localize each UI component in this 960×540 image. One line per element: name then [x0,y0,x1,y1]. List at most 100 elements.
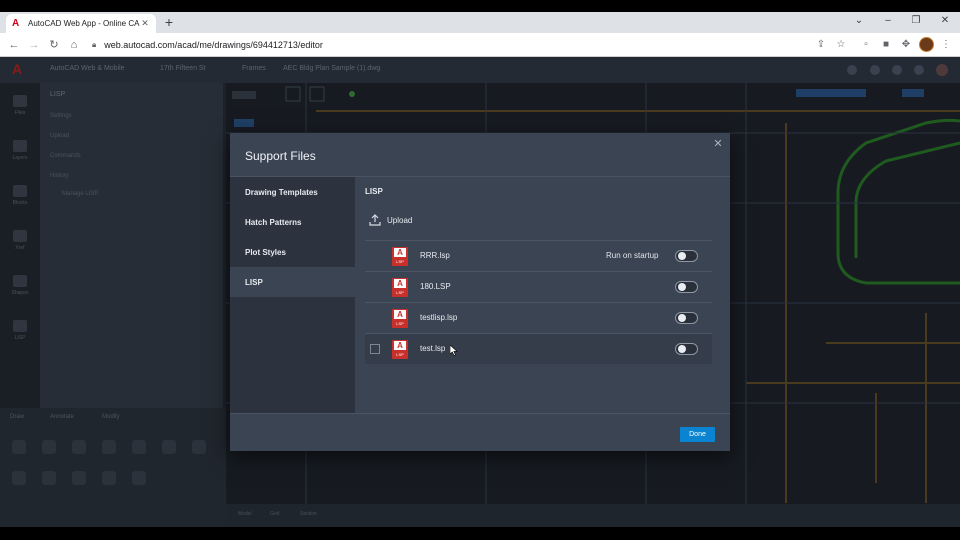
autocad-logo-icon: A [12,61,23,77]
lisp-content: LISP Upload ALSP RRR.lsp Run on startup [355,177,730,414]
forward-icon[interactable]: → [27,38,41,52]
section-heading: LISP [365,187,383,196]
puzzle-icon[interactable]: ✥ [899,38,913,52]
left-panel: LISP Settings Upload Commands History Ma… [40,83,223,408]
status-item[interactable]: Grid [270,511,279,517]
list-item[interactable]: A LSP test.lsp [365,333,712,364]
nav-item-plot-styles[interactable]: Plot Styles [230,237,355,267]
dialog-body: Drawing Templates Hatch Patterns Plot St… [230,176,730,414]
dialog-close-icon[interactable]: ✕ [712,138,724,150]
extension-icon[interactable]: ▫ [859,38,873,52]
bookmark-star-icon[interactable]: ☆ [834,38,848,52]
dialog-footer: Done [230,413,730,451]
rail-item-blocks[interactable]: Blocks [10,185,30,211]
lsp-file-icon: A LSP [392,340,408,359]
tool-icon[interactable] [132,440,146,454]
tool-icon[interactable] [102,471,116,485]
nav-item-lisp[interactable]: LISP [230,267,355,297]
url-text: web.autocad.com/acad/me/drawings/6944127… [104,40,323,50]
autocad-favicon-icon: A [12,17,20,29]
lower-tab[interactable]: Modify [102,414,120,420]
header-crumb[interactable]: AutoCAD Web & Mobile [50,65,125,72]
share-icon[interactable]: ⇪ [814,38,828,52]
left-panel-item[interactable]: Manage LISP [62,191,98,197]
header-crumb[interactable]: 17th Fifteen St [160,65,206,72]
lisp-file-list: A LSP RRR.lsp Run on startup A LSP 180.LSP [365,240,712,364]
left-panel-item[interactable]: History [50,173,69,179]
rail-item-xref[interactable]: Xref [10,230,30,256]
list-item[interactable]: A LSP testlisp.lsp [365,302,712,333]
run-on-startup-toggle[interactable] [675,343,698,355]
tab-close-icon[interactable]: ✕ [140,18,150,29]
status-bar: Model Grid Section [226,504,960,527]
file-name: 180.LSP [420,282,451,291]
upload-icon [369,214,381,226]
support-files-dialog: Support Files ✕ Drawing Templates Hatch … [230,133,730,451]
run-on-startup-toggle[interactable] [675,281,698,293]
upload-label: Upload [387,215,413,225]
window-close-icon[interactable]: ✕ [938,15,952,26]
home-icon[interactable]: ⌂ [67,38,81,52]
dialog-nav: Drawing Templates Hatch Patterns Plot St… [230,177,355,414]
tab-title: AutoCAD Web App - Online CAD [28,19,140,28]
rail-item-lisp[interactable]: LISP [10,320,30,346]
profile-avatar[interactable] [919,37,934,52]
left-rail: Files Layers Blocks Xref Shapes LISP [0,83,40,408]
tool-icon[interactable] [42,440,56,454]
select-file-checkbox[interactable] [370,344,380,354]
left-panel-item[interactable]: Upload [50,133,69,139]
tool-icon[interactable] [132,471,146,485]
file-name: RRR.lsp [420,251,450,260]
back-icon[interactable]: ← [7,38,21,52]
status-item[interactable]: Section [300,511,317,517]
run-on-startup-toggle[interactable] [675,250,698,262]
done-button[interactable]: Done [680,427,715,442]
run-on-startup-toggle[interactable] [675,312,698,324]
browser-menu-icon[interactable]: ⋮ [939,38,953,52]
tool-icon[interactable] [192,440,206,454]
tool-icon[interactable] [72,440,86,454]
rail-item-layers[interactable]: Layers [10,140,30,166]
left-panel-item[interactable]: Commands [50,153,81,159]
lsp-file-icon: A LSP [392,309,408,328]
lower-tab[interactable]: Annotate [50,414,74,420]
letterbox-top [0,0,960,12]
browser-toolbar: ← → ↻ ⌂ 🔒︎ web.autocad.com/acad/me/drawi… [0,33,960,57]
nav-item-hatch-patterns[interactable]: Hatch Patterns [230,207,355,237]
extension-square-icon[interactable]: ■ [879,38,893,52]
minimize-icon[interactable]: – [881,15,895,26]
list-item[interactable]: A LSP 180.LSP [365,271,712,302]
left-panel-heading: LISP [50,91,66,98]
browser-tab[interactable]: A AutoCAD Web App - Online CAD ✕ [6,14,156,33]
tool-icon[interactable] [12,440,26,454]
lower-tab[interactable]: Draw [10,414,24,420]
tab-search-icon[interactable]: ⌄ [852,15,866,26]
reload-icon[interactable]: ↻ [47,38,61,52]
browser-tabstrip: A AutoCAD Web App - Online CAD ✕ + ⌄ – ❐… [0,12,960,33]
file-name: testlisp.lsp [420,313,458,322]
header-crumb[interactable]: AEC Bldg Plan Sample (1).dwg [283,65,380,72]
file-name: test.lsp [420,344,446,353]
tool-icon[interactable] [42,471,56,485]
upload-button[interactable]: Upload [369,213,412,227]
address-bar[interactable]: 🔒︎ web.autocad.com/acad/me/drawings/6944… [86,36,856,54]
lower-tool-panel: Draw Annotate Modify [0,408,228,527]
rail-item-files[interactable]: Files [10,95,30,121]
tool-icon[interactable] [102,440,116,454]
tool-icon[interactable] [162,440,176,454]
lsp-file-icon: A LSP [392,278,408,297]
header-crumb[interactable]: Frames [242,65,266,72]
lsp-file-icon: A LSP [392,247,408,266]
tool-icon[interactable] [72,471,86,485]
status-item[interactable]: Model [238,511,252,517]
tool-icon[interactable] [12,471,26,485]
app-header: A AutoCAD Web & Mobile 17th Fifteen St F… [0,57,960,83]
nav-item-drawing-templates[interactable]: Drawing Templates [230,177,355,207]
header-icons [847,64,948,76]
rail-item-shapes[interactable]: Shapes [10,275,30,301]
left-panel-item[interactable]: Settings [50,113,72,119]
restore-icon[interactable]: ❐ [909,15,923,26]
new-tab-icon[interactable]: + [162,15,176,29]
list-item[interactable]: A LSP RRR.lsp Run on startup [365,240,712,271]
dialog-title: Support Files [245,149,316,163]
